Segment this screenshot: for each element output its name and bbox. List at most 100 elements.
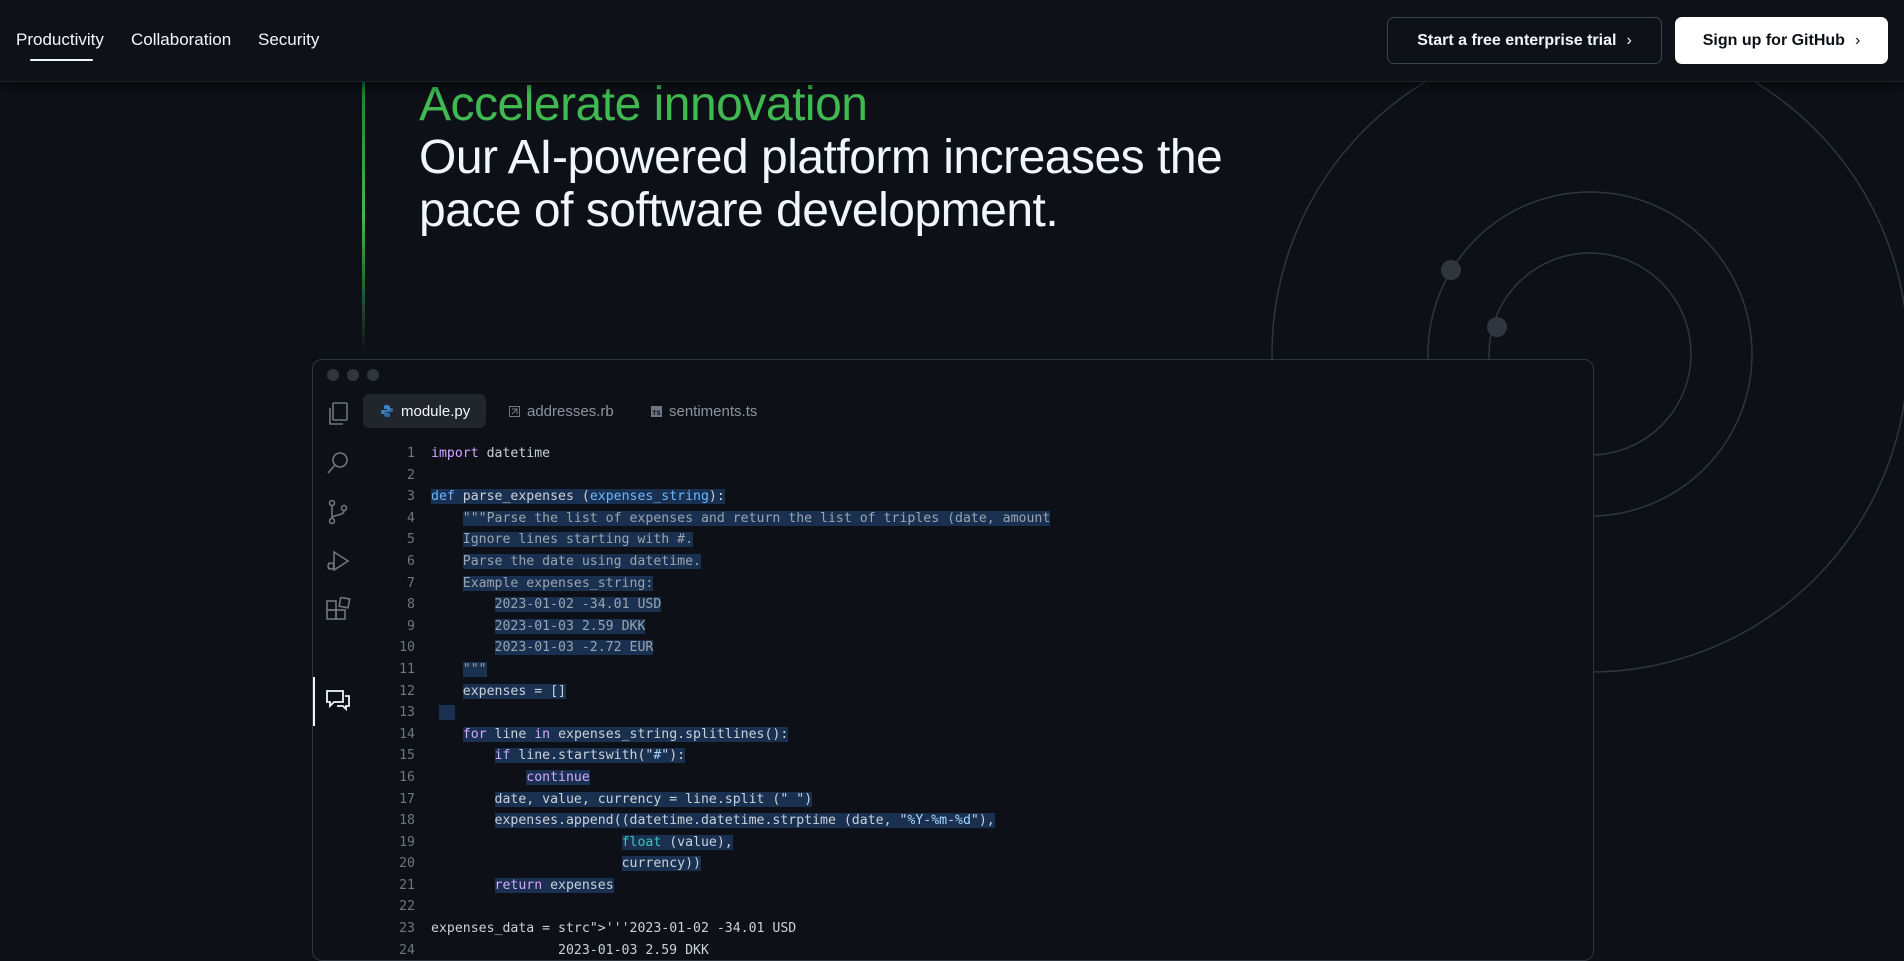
- subnav-item-security[interactable]: Security: [258, 30, 319, 50]
- code-text: import datetime: [431, 446, 551, 461]
- code-line: 4 """Parse the list of expenses and retu…: [313, 508, 1593, 530]
- line-number: 21: [399, 877, 415, 893]
- subnav-item-productivity[interactable]: Productivity: [16, 30, 104, 50]
- code-line: 9 2023-01-03 2.59 DKK: [313, 616, 1593, 638]
- code-text: date, value, currency = line.split (" "): [494, 791, 813, 807]
- code-line: 1 import datetime: [313, 443, 1593, 465]
- code-text: expenses_data = strc">'''2023-01-02 -34.…: [431, 921, 797, 937]
- chevron-right-icon: ›: [1626, 31, 1632, 49]
- code-text: [431, 702, 455, 724]
- code-line: 24 2023-01-03 2.59 DKK: [313, 940, 1593, 960]
- subnav-bar: Productivity Collaboration Security Star…: [0, 0, 1904, 82]
- line-number: 7: [407, 575, 415, 591]
- code-line: 23 expenses_data = strc">'''2023-01-02 -3…: [313, 918, 1593, 940]
- code-text: 2023-01-02 -34.01 USD: [494, 597, 662, 613]
- code-line: 16 continue: [313, 767, 1593, 789]
- chevron-right-icon: ›: [1854, 31, 1861, 49]
- line-number: 11: [399, 661, 415, 677]
- code-text: float (value),: [621, 834, 733, 850]
- line-number: 23: [399, 921, 415, 937]
- code-text: expenses.append((datetime.datetime.strpt…: [494, 813, 995, 829]
- sign-up-button[interactable]: Sign up for GitHub ›: [1675, 17, 1888, 64]
- line-number: 14: [399, 726, 415, 742]
- svg-text:TS: TS: [652, 410, 660, 417]
- tab-label: module.py: [401, 402, 471, 420]
- code-text: 2023-01-03 -2.72 EUR: [494, 640, 654, 656]
- code-text: Ignore lines starting with #.: [462, 532, 694, 548]
- line-number: 17: [399, 791, 415, 807]
- files-icon[interactable]: [324, 400, 352, 428]
- code-line: 22: [313, 896, 1593, 918]
- line-number: 16: [399, 769, 415, 785]
- code-text: continue: [526, 769, 590, 785]
- line-number: 5: [407, 532, 415, 548]
- code-text: Example expenses_string:: [462, 575, 654, 591]
- typescript-file-icon: TS: [651, 405, 662, 417]
- line-number: 3: [407, 489, 415, 505]
- code-text: def parse_expenses (expenses_string):: [431, 489, 725, 505]
- line-number: 1: [407, 446, 415, 461]
- code-line: 17 date, value, currency = line.split ("…: [313, 789, 1593, 811]
- line-number: 2: [407, 467, 415, 483]
- code-text: """: [462, 661, 487, 677]
- code-text: return expenses: [494, 877, 614, 893]
- tab-label: sentiments.ts: [669, 402, 758, 420]
- code-line: 8 2023-01-02 -34.01 USD: [313, 594, 1593, 616]
- hero-eyebrow: Accelerate innovation: [419, 78, 868, 131]
- code-line: 11 """: [313, 659, 1593, 681]
- tab-module-py[interactable]: module.py: [363, 394, 487, 428]
- start-enterprise-trial-label: Start a free enterprise trial: [1417, 31, 1617, 49]
- green-accent-line: [362, 82, 365, 352]
- window-dot-maximize: [367, 369, 379, 381]
- tab-label: addresses.rb: [527, 402, 614, 420]
- hero-line-1: Our AI-powered platform increases the: [419, 131, 1223, 184]
- code-area[interactable]: 1 import datetime 2 3 def parse_expenses (ex…: [313, 443, 1593, 960]
- code-editor-window: module.py addresses.rb TS sentiments.ts …: [312, 359, 1594, 961]
- code-line: 7 Example expenses_string:: [313, 573, 1593, 595]
- line-number: 22: [399, 899, 415, 915]
- code-line: 12 expenses = []: [313, 681, 1593, 703]
- line-number: 18: [399, 813, 415, 829]
- code-line: 10 2023-01-03 -2.72 EUR: [313, 637, 1593, 659]
- tab-sentiments-ts[interactable]: TS sentiments.ts: [651, 394, 757, 428]
- line-number: 10: [399, 640, 415, 656]
- code-text: currency)): [621, 856, 701, 872]
- code-text: for line in expenses_string.splitlines()…: [462, 726, 789, 742]
- line-number: 13: [399, 705, 415, 721]
- code-line: 6 Parse the date using datetime.: [313, 551, 1593, 573]
- line-number: 6: [407, 553, 415, 569]
- code-line: 19 float (value),: [313, 832, 1593, 854]
- ruby-file-icon: [509, 405, 520, 417]
- subnav-item-collaboration[interactable]: Collaboration: [131, 30, 231, 50]
- code-text: 2023-01-03 2.59 DKK: [431, 942, 709, 958]
- line-number: 19: [399, 834, 415, 850]
- code-text: expenses = []: [462, 683, 566, 699]
- window-controls: [327, 369, 379, 381]
- tab-addresses-rb[interactable]: addresses.rb: [509, 394, 614, 428]
- sign-up-label: Sign up for GitHub: [1702, 31, 1845, 49]
- window-dot-minimize: [347, 369, 359, 381]
- line-number: 20: [399, 856, 415, 872]
- code-line: 5 Ignore lines starting with #.: [313, 529, 1593, 551]
- code-line: 21 return expenses: [313, 875, 1593, 897]
- code-line: 14 for line in expenses_string.splitline…: [313, 724, 1593, 746]
- code-text: if line.startswith("#"):: [494, 748, 686, 764]
- line-number: 12: [399, 683, 415, 699]
- hero-line-2: pace of software development.: [419, 184, 1059, 237]
- hero-heading: Accelerate innovation Our AI-powered pla…: [419, 78, 1319, 237]
- code-line: 3 def parse_expenses (expenses_string):: [313, 486, 1593, 508]
- line-number: 15: [399, 748, 415, 764]
- code-line: 2: [313, 465, 1593, 487]
- code-text: Parse the date using datetime.: [462, 553, 701, 569]
- subnav-active-underline: [30, 59, 93, 61]
- code-text: """Parse the list of expenses and return…: [462, 510, 1051, 526]
- window-dot-close: [327, 369, 339, 381]
- code-line: 15 if line.startswith("#"):: [313, 745, 1593, 767]
- line-number: 8: [407, 597, 415, 613]
- line-number: 4: [407, 510, 415, 526]
- code-line: 13: [313, 702, 1593, 724]
- start-enterprise-trial-button[interactable]: Start a free enterprise trial ›: [1387, 17, 1662, 64]
- line-number: 9: [407, 618, 415, 634]
- code-line: 18 expenses.append((datetime.datetime.st…: [313, 810, 1593, 832]
- code-text: 2023-01-03 2.59 DKK: [494, 618, 646, 634]
